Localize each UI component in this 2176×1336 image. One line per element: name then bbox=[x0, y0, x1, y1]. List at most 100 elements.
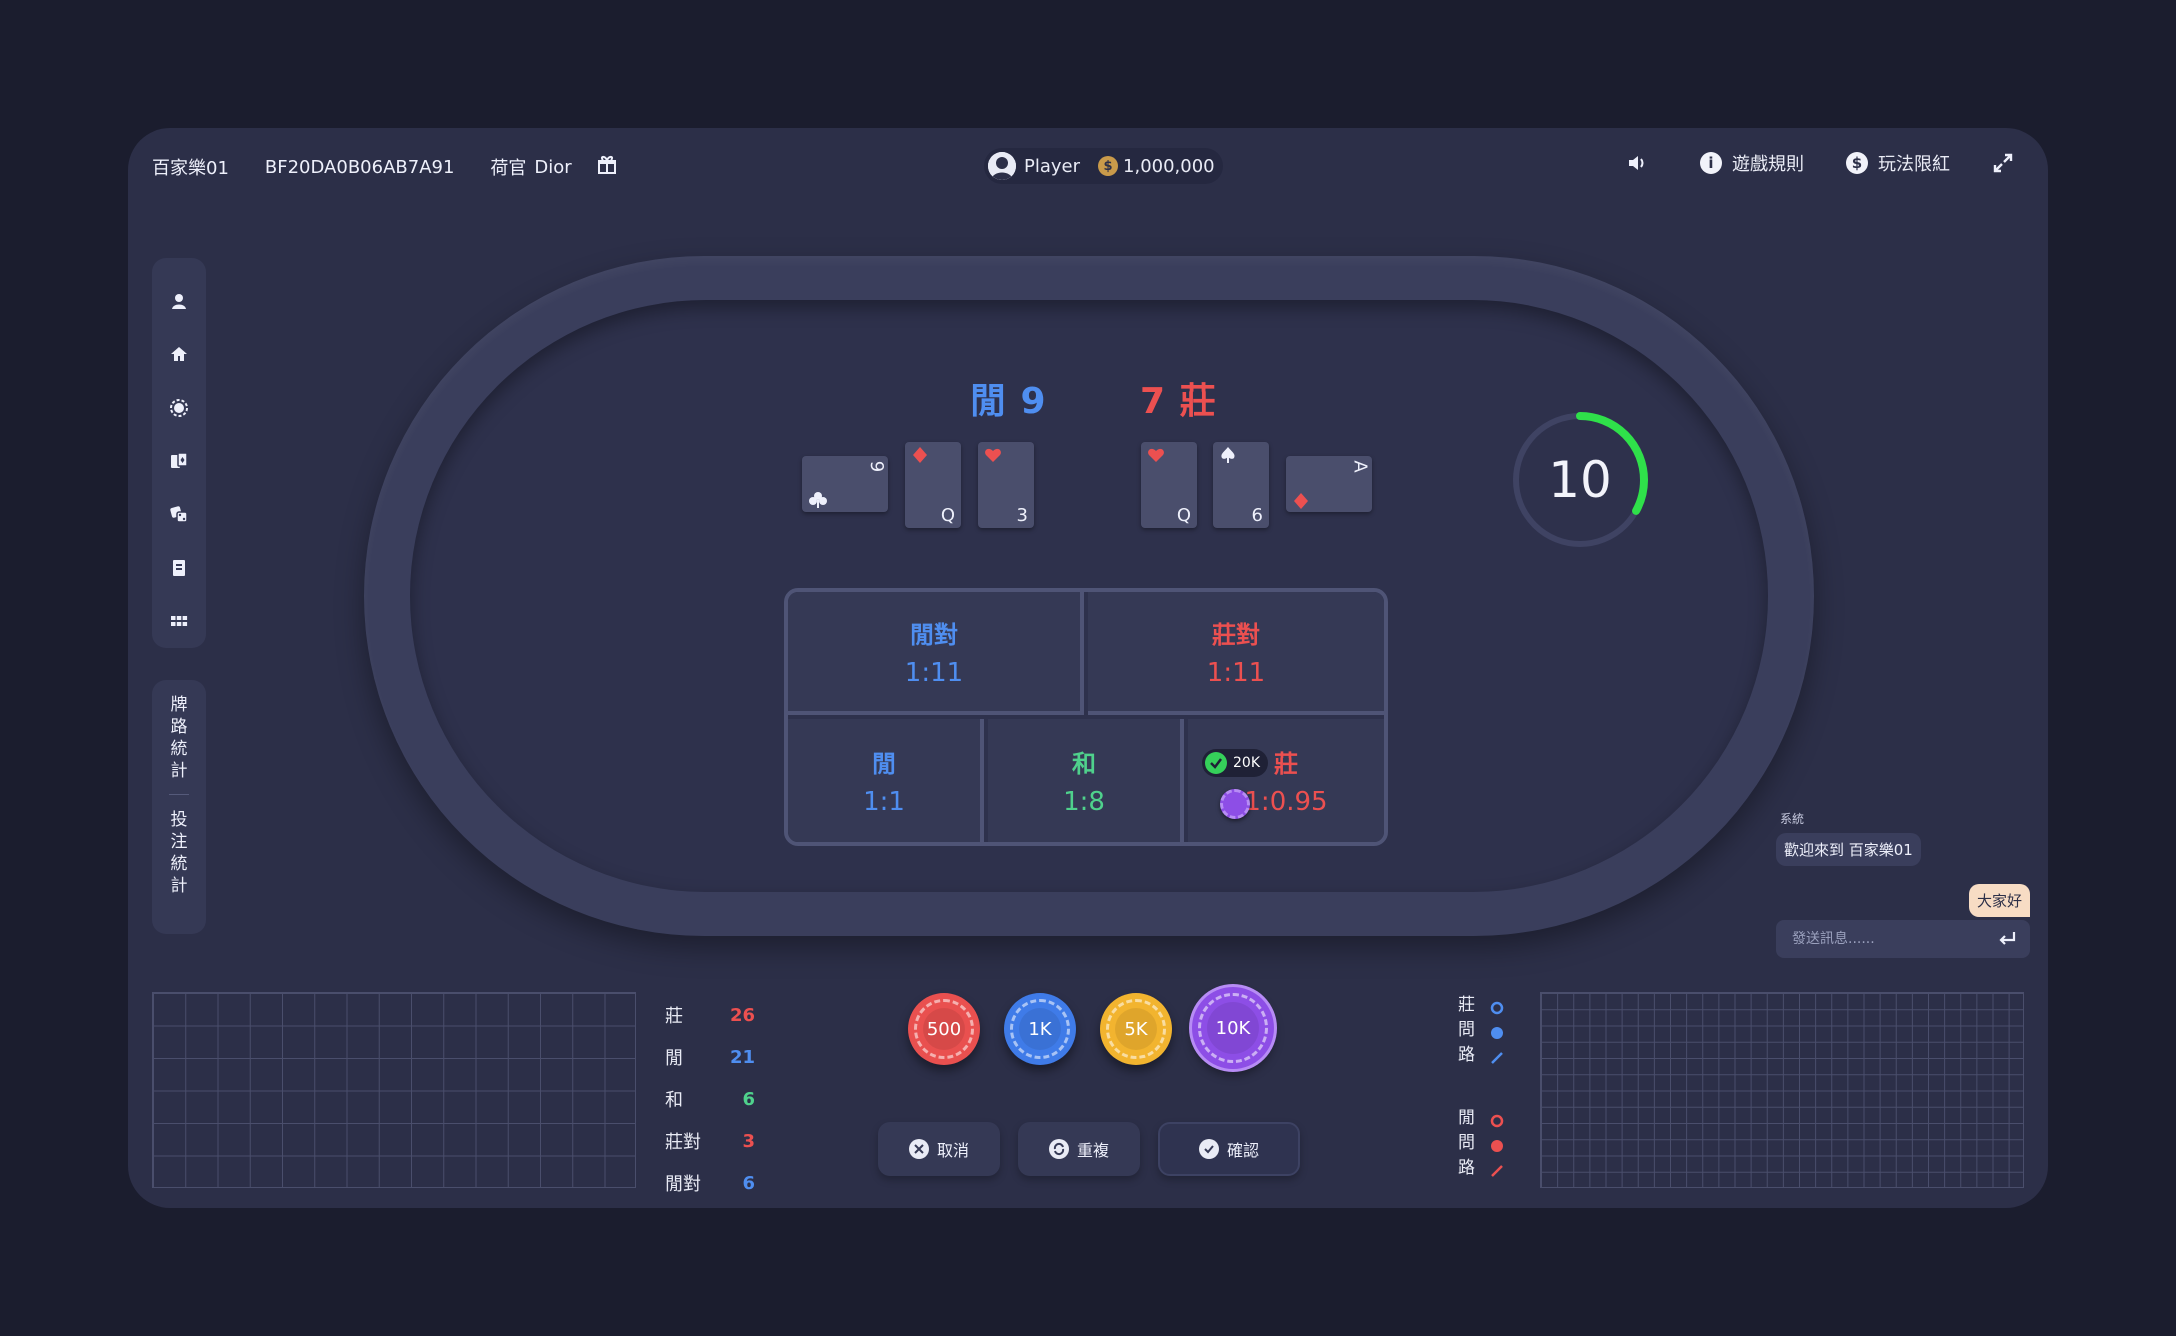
repeat-button[interactable]: 重複 bbox=[1018, 1122, 1140, 1176]
big-road bbox=[1540, 992, 2024, 1188]
my-message: 大家好 bbox=[1968, 884, 2030, 917]
diamond-suit-icon bbox=[1294, 493, 1308, 509]
confirm-label: 確認 bbox=[1226, 1141, 1259, 1160]
diamond-suit-icon bbox=[913, 447, 927, 463]
repeat-icon bbox=[1048, 1139, 1069, 1159]
info-icon: i bbox=[1700, 152, 1722, 174]
room-info: 百家樂01 BF20DA0B06AB7A91 荷官 Dior bbox=[152, 154, 618, 180]
rules-button[interactable]: i 遊戲規則 bbox=[1700, 150, 1804, 176]
home-icon bbox=[171, 347, 187, 362]
stat-label: 莊 bbox=[665, 1006, 683, 1027]
stat-label: 莊對 bbox=[665, 1132, 701, 1153]
expand-icon bbox=[1993, 153, 2013, 173]
fullscreen-button[interactable] bbox=[1992, 152, 2024, 174]
red-slash-icon bbox=[1491, 1164, 1503, 1177]
blue-dot-icon bbox=[1491, 1026, 1503, 1039]
player-ask-label: 閒問路 bbox=[1458, 1108, 1475, 1178]
banker-card-2: 6 bbox=[1213, 442, 1269, 528]
placed-bet-badge: 20K bbox=[1202, 749, 1268, 777]
bet-player[interactable]: 閒 1:1 bbox=[788, 719, 984, 842]
avatar bbox=[988, 152, 1016, 180]
spade-suit-icon bbox=[1221, 447, 1235, 463]
bet-banker-pair[interactable]: 莊對 1:11 bbox=[1088, 592, 1384, 715]
system-message: 歡迎來到 百家樂01 bbox=[1776, 833, 1921, 866]
cancel-button[interactable]: 取消 bbox=[878, 1122, 1000, 1176]
sidebar-item-cards[interactable] bbox=[152, 434, 206, 487]
road-stats-button[interactable]: 牌路統計 bbox=[170, 694, 188, 782]
card-rank: Q bbox=[940, 505, 955, 526]
stat-row-player: 閒 21 bbox=[665, 1036, 755, 1078]
dollar-icon: $ bbox=[1846, 152, 1868, 174]
sound-button[interactable] bbox=[1626, 152, 1658, 174]
enter-icon[interactable] bbox=[1996, 928, 2018, 950]
chip-10k[interactable]: 10K bbox=[1192, 987, 1274, 1069]
chip-5k[interactable]: 5K bbox=[1100, 993, 1172, 1065]
bet-label: 莊對 bbox=[1212, 621, 1260, 649]
timer-seconds: 10 bbox=[1548, 451, 1612, 509]
countdown-timer: 10 bbox=[1510, 410, 1650, 550]
player-card-1: 9 bbox=[802, 456, 888, 512]
bet-label: 和 bbox=[1072, 750, 1096, 778]
bet-stats-button[interactable]: 投注統計 bbox=[170, 809, 188, 897]
heart-suit-icon bbox=[985, 448, 1001, 462]
dealer-label: 荷官 bbox=[490, 158, 527, 179]
check-icon bbox=[1205, 752, 1227, 774]
speaker-icon bbox=[1629, 156, 1644, 170]
stat-value: 3 bbox=[742, 1130, 755, 1152]
gift-icon[interactable] bbox=[596, 154, 618, 176]
result-stats: 莊 26 閒 21 和 6 莊對 3 閒對 6 bbox=[665, 994, 755, 1204]
limits-button[interactable]: $ 玩法限紅 bbox=[1846, 150, 1950, 176]
rules-label: 遊戲規則 bbox=[1732, 154, 1804, 175]
banker-ask-label: 莊問路 bbox=[1458, 995, 1475, 1065]
bet-odds: 1:11 bbox=[1206, 658, 1266, 688]
player-name: Player bbox=[1024, 155, 1081, 177]
grid-icon bbox=[171, 616, 188, 627]
bet-odds: 1:0.95 bbox=[1244, 787, 1328, 817]
chip-500[interactable]: 500 bbox=[908, 993, 980, 1065]
sidebar-item-chips[interactable] bbox=[152, 381, 206, 434]
chip-icon bbox=[170, 398, 188, 417]
sidebar-item-dice[interactable] bbox=[152, 488, 206, 541]
stat-value: 26 bbox=[729, 1004, 755, 1026]
banker-score: 7 莊 bbox=[1140, 381, 1217, 422]
confirm-button[interactable]: 確認 bbox=[1158, 1122, 1300, 1176]
check-circle-icon bbox=[1198, 1139, 1219, 1159]
bet-label: 莊 bbox=[1274, 750, 1298, 778]
blue-slash-icon bbox=[1491, 1051, 1503, 1064]
card-rank: 3 bbox=[1016, 505, 1028, 526]
bet-player-pair[interactable]: 閒對 1:11 bbox=[788, 592, 1084, 715]
bead-road bbox=[152, 992, 636, 1188]
user-icon bbox=[172, 293, 186, 309]
chip-1k[interactable]: 1K bbox=[1004, 993, 1076, 1065]
limits-label: 玩法限紅 bbox=[1878, 154, 1950, 175]
heart-suit-icon bbox=[1148, 448, 1164, 462]
card-rank: Q bbox=[1176, 505, 1191, 526]
bet-label: 閒 bbox=[872, 750, 896, 778]
player-ask-marks bbox=[1490, 1108, 1504, 1183]
chat-input[interactable] bbox=[1776, 920, 2030, 958]
sidebar-item-lobby[interactable] bbox=[152, 595, 206, 648]
bet-tie[interactable]: 和 1:8 bbox=[988, 719, 1184, 842]
red-ring-icon bbox=[1490, 1114, 1504, 1127]
stat-row-player-pair: 閒對 6 bbox=[665, 1162, 755, 1204]
banker-ask-marks bbox=[1490, 995, 1504, 1070]
document-icon bbox=[173, 559, 185, 576]
sidebar-item-profile[interactable] bbox=[152, 274, 206, 327]
card-rank: 6 bbox=[1251, 505, 1263, 526]
bet-banker[interactable]: 20K 莊 1:0.95 bbox=[1188, 719, 1384, 842]
placed-amount: 20K bbox=[1233, 755, 1260, 771]
banker-card-1: Q bbox=[1141, 442, 1197, 528]
stat-label: 閒 bbox=[665, 1048, 683, 1069]
stats-panel: 牌路統計 投注統計 bbox=[152, 680, 206, 934]
game-id: BF20DA0B06AB7A91 bbox=[264, 156, 455, 178]
game-window: 百家樂01 BF20DA0B06AB7A91 荷官 Dior Player $ bbox=[128, 128, 2048, 1208]
dice-icon bbox=[170, 506, 188, 524]
sidebar-item-home[interactable] bbox=[152, 327, 206, 380]
sidebar-item-records[interactable] bbox=[152, 541, 206, 594]
stat-label: 和 bbox=[665, 1090, 683, 1111]
repeat-label: 重複 bbox=[1076, 1141, 1109, 1160]
top-actions: i 遊戲規則 $ 玩法限紅 bbox=[1584, 150, 2024, 176]
system-sender: 系統 bbox=[1780, 812, 1805, 826]
card-rank: 9 bbox=[865, 460, 887, 473]
coin-icon: $ bbox=[1098, 156, 1119, 176]
